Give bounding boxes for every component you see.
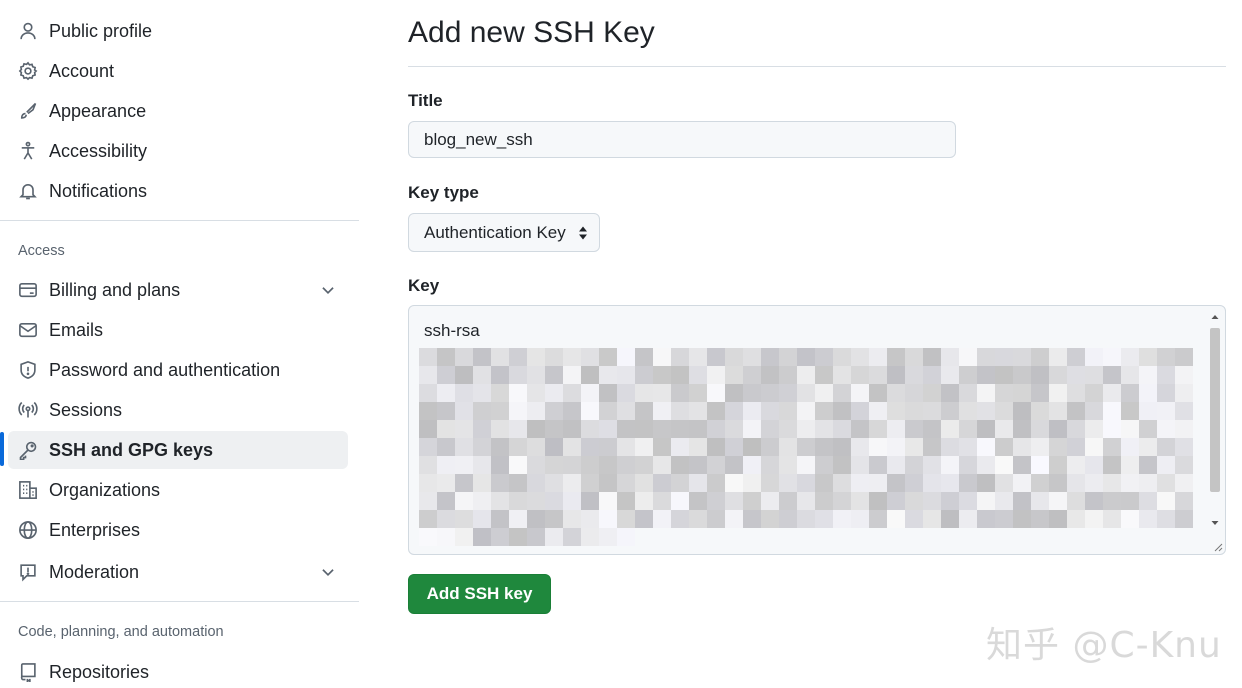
sidebar-item-label: Public profile <box>49 20 153 41</box>
key-field-label: Key <box>408 276 440 295</box>
sidebar-item-billing[interactable]: Billing and plans <box>8 271 348 309</box>
sidebar-item-label: Organizations <box>49 479 161 500</box>
key-icon <box>17 439 39 461</box>
key-text: ssh-rsa <box>424 321 480 340</box>
sidebar-item-label: Appearance <box>49 100 147 121</box>
resize-grip-icon[interactable] <box>1211 540 1223 552</box>
sidebar-divider <box>0 220 359 221</box>
paintbrush-icon <box>17 100 39 122</box>
shield-icon <box>17 359 39 381</box>
organization-icon <box>17 479 39 501</box>
gear-icon <box>17 60 39 82</box>
scroll-down-arrow-icon[interactable] <box>1207 514 1223 530</box>
sidebar-item-password-authentication[interactable]: Password and authentication <box>8 351 348 389</box>
report-icon <box>17 561 39 583</box>
add-ssh-key-button[interactable]: Add SSH key <box>408 574 551 614</box>
sidebar-item-account[interactable]: Account <box>8 52 348 90</box>
key-type-select[interactable]: Authentication Key <box>408 213 600 252</box>
sidebar-item-public-profile[interactable]: Public profile <box>8 12 348 50</box>
globe-icon <box>17 519 39 541</box>
sidebar-item-label: Account <box>49 60 115 81</box>
title-input[interactable] <box>408 121 956 158</box>
broadcast-icon <box>17 399 39 421</box>
repo-icon <box>17 661 39 683</box>
key-type-selected-value: Authentication Key <box>424 222 566 242</box>
sidebar-item-label: Billing and plans <box>49 279 181 300</box>
sidebar-item-ssh-gpg-keys[interactable]: SSH and GPG keys <box>8 431 348 469</box>
accessibility-icon <box>17 140 39 162</box>
chevron-down-icon[interactable] <box>318 280 338 300</box>
mail-icon <box>17 319 39 341</box>
select-updown-icon <box>579 226 587 240</box>
scroll-up-arrow-icon[interactable] <box>1207 310 1223 326</box>
sidebar-divider <box>0 601 359 602</box>
redacted-key-mosaic <box>419 348 1193 546</box>
sidebar-item-moderation[interactable]: Moderation <box>8 553 348 591</box>
sidebar-item-label: Repositories <box>49 661 150 682</box>
settings-sidebar: Public profile Account Appearance Access… <box>0 0 360 688</box>
sidebar-heading-code-planning: Code, planning, and automation <box>18 624 224 640</box>
sidebar-item-label: Password and authentication <box>49 359 281 380</box>
person-icon <box>17 20 39 42</box>
sidebar-item-repositories[interactable]: Repositories <box>8 653 348 688</box>
sidebar-item-organizations[interactable]: Organizations <box>8 471 348 509</box>
sidebar-heading-access: Access <box>18 243 65 259</box>
textarea-scrollbar[interactable] <box>1207 308 1223 540</box>
sidebar-item-accessibility[interactable]: Accessibility <box>8 132 348 170</box>
sidebar-item-emails[interactable]: Emails <box>8 311 348 349</box>
sidebar-item-notifications[interactable]: Notifications <box>8 172 348 210</box>
sidebar-item-label: Notifications <box>49 180 148 201</box>
sidebar-item-appearance[interactable]: Appearance <box>8 92 348 130</box>
sidebar-item-label: Moderation <box>49 561 140 582</box>
key-textarea[interactable]: ssh-rsa <box>408 305 1226 555</box>
sidebar-item-label: Enterprises <box>49 519 141 540</box>
sidebar-item-sessions[interactable]: Sessions <box>8 391 348 429</box>
sidebar-item-label: Emails <box>49 319 104 340</box>
credit-card-icon <box>17 279 39 301</box>
sidebar-item-label: Accessibility <box>49 140 148 161</box>
scroll-thumb[interactable] <box>1210 328 1220 492</box>
chevron-down-icon[interactable] <box>318 562 338 582</box>
key-type-label: Key type <box>408 183 479 202</box>
bell-icon <box>17 180 39 202</box>
page-title: Add new SSH Key <box>408 16 655 49</box>
sidebar-item-enterprises[interactable]: Enterprises <box>8 511 348 549</box>
title-divider <box>408 66 1226 67</box>
watermark: 知乎 @C-Knu <box>986 625 1222 666</box>
sidebar-item-label: Sessions <box>49 399 123 420</box>
title-field-label: Title <box>408 91 443 110</box>
sidebar-item-label: SSH and GPG keys <box>49 439 214 460</box>
active-indicator <box>0 432 4 466</box>
ssh-key-settings-page: Public profile Account Appearance Access… <box>0 0 1242 688</box>
